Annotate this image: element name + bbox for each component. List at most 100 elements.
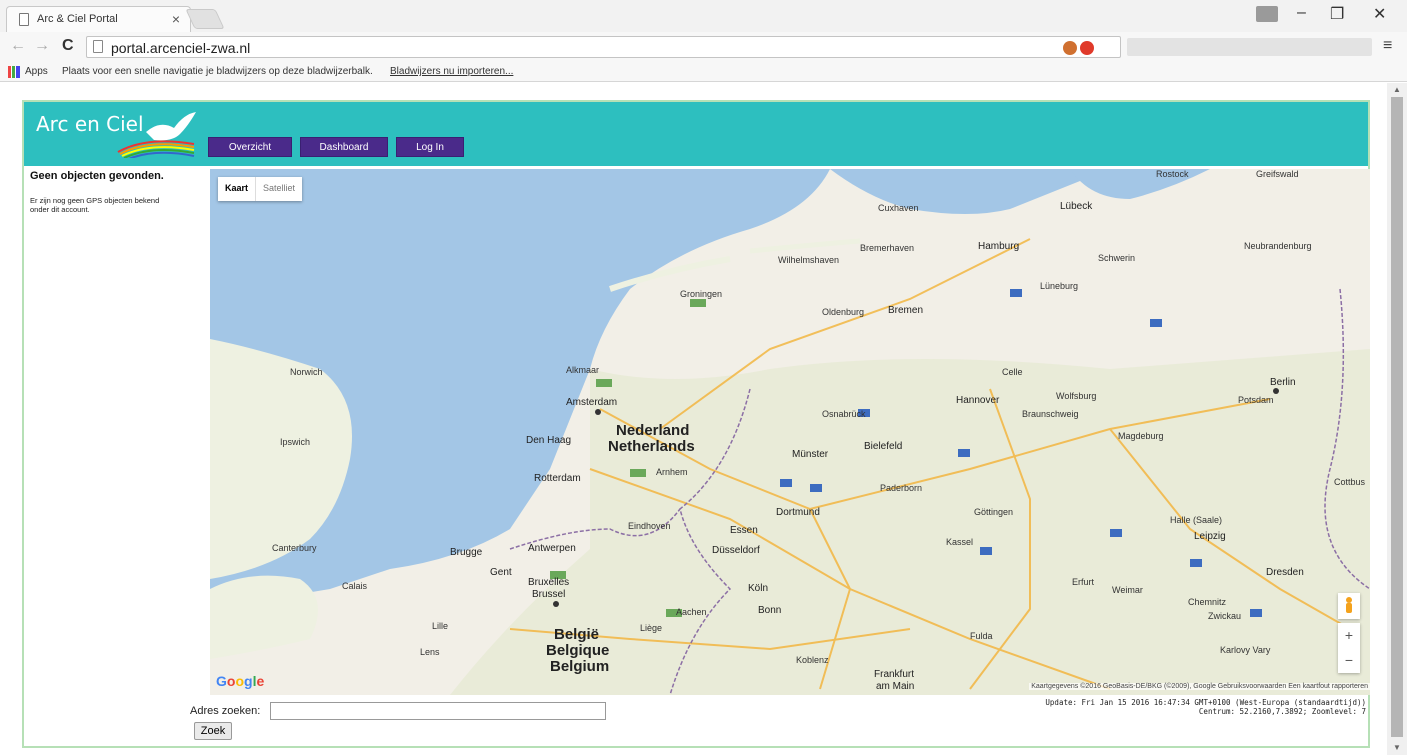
tab-title: Arc & Ciel Portal	[37, 13, 118, 25]
map-background	[210, 169, 1370, 695]
portal-header: Arc en Ciel Overzicht Dashboard Log In	[24, 102, 1368, 166]
address-search-label: Adres zoeken:	[190, 705, 261, 717]
update-timestamp: Update: Fri Jan 15 2016 16:47:34 GMT+010…	[1045, 698, 1366, 707]
map-label: Eindhoven	[628, 521, 671, 531]
map-label: Belgium	[550, 658, 610, 675]
map-label: Oldenburg	[822, 307, 865, 317]
sidebar-title: Geen objecten gevonden.	[30, 170, 164, 182]
street-view-pegman-icon[interactable]	[1338, 593, 1360, 619]
address-bar[interactable]: portal.arcenciel-zwa.nl ☆	[86, 36, 1200, 58]
map-label: Schwerin	[1098, 253, 1136, 263]
map-label: Belgique	[546, 642, 610, 659]
map-label: Bielefeld	[864, 441, 903, 452]
map-label: Bremen	[888, 305, 924, 316]
map-label: Paderborn	[880, 483, 923, 493]
tab-close-icon[interactable]: ×	[172, 11, 180, 27]
map-canvas[interactable]: Rostock Greifswald Cuxhaven Lübeck Hambu…	[210, 169, 1370, 695]
browser-tab[interactable]: Arc & Ciel Portal ×	[6, 6, 191, 32]
zoom-control: + −	[1338, 623, 1360, 673]
extension-icon[interactable]	[1063, 41, 1077, 55]
map-label: Lens	[420, 647, 440, 657]
map-status: Update: Fri Jan 15 2016 16:47:34 GMT+010…	[1045, 698, 1366, 716]
map-label: Bonn	[758, 605, 782, 616]
map-type-kaart-button[interactable]: Kaart	[218, 177, 255, 201]
map-label: België	[554, 626, 600, 643]
map-label: Nederland	[616, 422, 690, 439]
map-label: Magdeburg	[1118, 431, 1164, 441]
map-label: Den Haag	[526, 435, 572, 446]
nav-dashboard-button[interactable]: Dashboard	[300, 137, 388, 157]
scroll-up-icon[interactable]: ▲	[1393, 85, 1401, 94]
nav-overzicht-button[interactable]: Overzicht	[208, 137, 292, 157]
reload-button[interactable]: C	[62, 37, 74, 55]
map-label: Münster	[792, 449, 829, 460]
map-label: Aachen	[676, 607, 707, 617]
minimize-button[interactable]: –	[1297, 4, 1306, 22]
zoom-out-button[interactable]: −	[1338, 648, 1360, 673]
map-label: Erfurt	[1072, 577, 1095, 587]
search-button[interactable]: Zoek	[194, 722, 232, 740]
nav-login-button[interactable]: Log In	[396, 137, 464, 157]
apps-icon[interactable]	[8, 66, 20, 78]
map-label: Lille	[432, 621, 449, 631]
map-label: Brugge	[450, 547, 483, 558]
map-label: Karlovy Vary	[1220, 645, 1271, 655]
map-label: Arnhem	[656, 467, 688, 477]
new-tab-button[interactable]	[185, 9, 225, 29]
map-label: Köln	[748, 583, 769, 594]
extension-area	[1127, 38, 1372, 56]
map-label: Alkmaar	[566, 365, 600, 375]
map-type-satelliet-button[interactable]: Satelliet	[255, 177, 302, 201]
map-label: Fulda	[970, 631, 993, 641]
map-label: Dortmund	[776, 507, 820, 518]
map-label: Cottbus	[1334, 477, 1366, 487]
url-text[interactable]: portal.arcenciel-zwa.nl	[111, 40, 250, 56]
map-label: Bremerhaven	[860, 243, 915, 253]
dove-rainbow-logo	[117, 112, 196, 158]
map-label: Greifswald	[1256, 169, 1299, 179]
map-label: Lüneburg	[1040, 281, 1079, 291]
map-label: am Main	[876, 681, 915, 692]
google-logo: Google	[216, 673, 265, 689]
bookmarks-hint: Plaats voor een snelle navigatie je blad…	[62, 66, 373, 77]
map-label: Koblenz	[796, 655, 829, 665]
map-label: Potsdam	[1238, 395, 1274, 405]
sidebar-message: Er zijn nog geen GPS objecten bekend ond…	[30, 196, 160, 214]
map-label: Rostock	[1156, 169, 1189, 179]
map-label: Leipzig	[1194, 531, 1226, 542]
browser-toolbar: ← → C portal.arcenciel-zwa.nl ☆ ≡	[0, 32, 1407, 62]
page-icon	[19, 13, 29, 26]
map-label: Amsterdam	[566, 397, 618, 408]
map-label: Gent	[490, 567, 512, 578]
forward-button[interactable]: →	[34, 37, 50, 55]
import-bookmarks-link[interactable]: Bladwijzers nu importeren...	[390, 66, 513, 77]
map-label: Düsseldorf	[712, 545, 760, 556]
address-search-input[interactable]	[270, 702, 606, 720]
apps-link[interactable]: Apps	[25, 66, 48, 77]
map-type-control: Kaart Satelliet	[218, 177, 303, 201]
map-label: Canterbury	[272, 543, 317, 553]
map-label: Frankfurt	[874, 669, 915, 680]
map-label: Dresden	[1266, 567, 1304, 578]
map-label: Braunschweig	[1022, 409, 1079, 419]
back-button[interactable]: ←	[10, 37, 26, 55]
zoom-in-button[interactable]: +	[1338, 623, 1360, 648]
map-attribution[interactable]: Kaartgegevens ©2016 GeoBasis-DE/BKG (©20…	[1029, 683, 1370, 690]
close-window-button[interactable]: ✕	[1373, 4, 1386, 24]
scrollbar-thumb[interactable]	[1391, 97, 1403, 737]
profile-icon[interactable]	[1256, 6, 1278, 22]
scroll-down-icon[interactable]: ▼	[1393, 743, 1401, 752]
page-scrollbar[interactable]: ▲ ▼	[1387, 83, 1407, 755]
page-icon	[93, 40, 103, 53]
bookmarks-bar: Apps Plaats voor een snelle navigatie je…	[0, 62, 1407, 82]
map-center-info: Centrum: 52.2160,7.3892; Zoomlevel: 7	[1198, 707, 1366, 716]
map-label: Wolfsburg	[1056, 391, 1097, 401]
map-label: Calais	[342, 581, 368, 591]
map-label: Essen	[730, 525, 758, 536]
map-label: Liège	[640, 623, 663, 633]
map-label: Celle	[1002, 367, 1023, 377]
block-extension-icon[interactable]	[1080, 41, 1094, 55]
map-label: Chemnitz	[1188, 597, 1227, 607]
browser-menu-icon[interactable]: ≡	[1383, 37, 1392, 55]
maximize-button[interactable]: ❐	[1330, 4, 1344, 24]
